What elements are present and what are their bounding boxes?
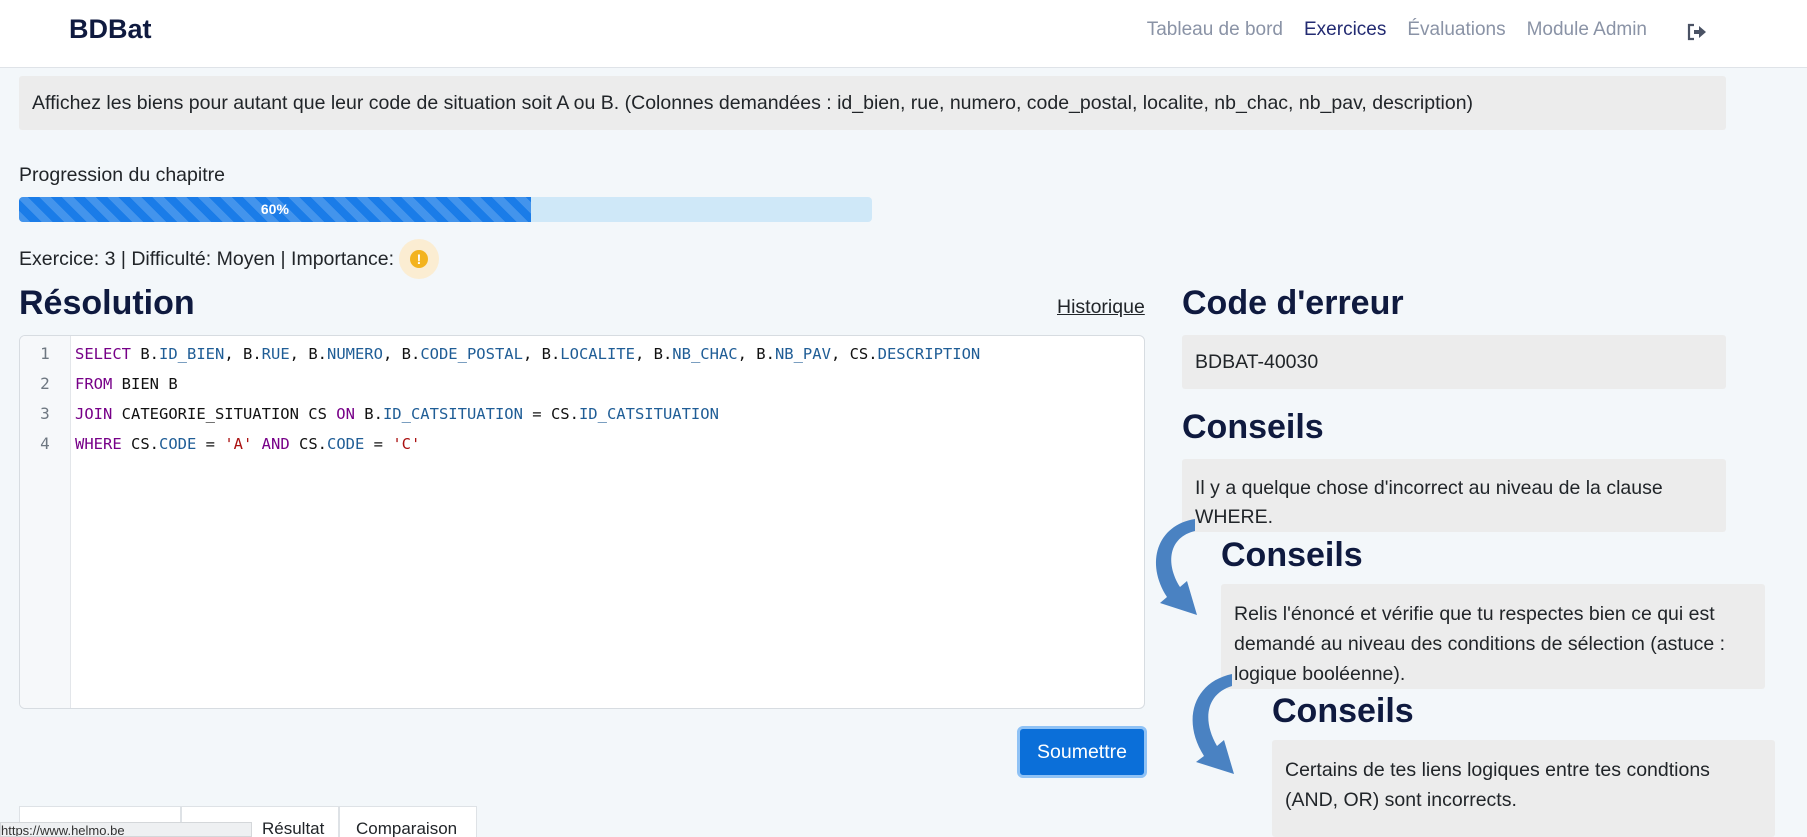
tips-title: Conseils [1182,408,1324,446]
exercise-statement: Affichez les biens pour autant que leur … [19,76,1726,130]
line-number: 1 [40,344,50,363]
nav-link-evaluations[interactable]: Évaluations [1407,19,1505,41]
importance-badge: ! [399,239,440,279]
curved-arrow-icon [1156,519,1197,615]
history-link[interactable]: Historique [1057,296,1145,319]
tips-title: Conseils [1272,692,1414,730]
nav-link-dashboard[interactable]: Tableau de bord [1147,19,1283,41]
tips-title: Conseils [1221,536,1363,574]
curved-arrow-icon [1192,674,1234,774]
navbar: BDBat Tableau de bord Exercices Évaluati… [0,0,1807,68]
progress-label: Progression du chapitre [19,164,225,186]
nav-link-exercises[interactable]: Exercices [1304,19,1386,41]
code-content[interactable]: SELECT B.ID_BIEN, B.RUE, B.NUMERO, B.COD… [75,339,980,459]
progress-bar: 60% [19,197,872,222]
exercise-meta-text: Exercice: 3 | Difficulté: Moyen | Import… [19,247,395,270]
exercise-meta: Exercice: 3 | Difficulté: Moyen | Import… [19,239,440,279]
nav-links: Tableau de bord Exercices Évaluations Mo… [1147,19,1647,41]
submit-button[interactable]: Soumettre [1017,726,1147,778]
tip-box: Relis l'énoncé et vérifie que tu respect… [1221,584,1765,689]
code-line: JOIN CATEGORIE_SITUATION CS ON B.ID_CATS… [75,405,719,423]
sign-out-icon[interactable] [1686,22,1708,42]
tip-box: Certains de tes liens logiques entre tes… [1272,740,1775,837]
tab-comparison[interactable]: Comparaison [339,806,477,837]
code-line: FROM BIEN B [75,375,178,393]
nav-link-admin[interactable]: Module Admin [1527,19,1647,41]
error-code-box: BDBAT-40030 [1182,335,1726,389]
code-line: WHERE CS.CODE = 'A' AND CS.CODE = 'C' [75,435,421,453]
brand-logo[interactable]: BDBat [69,14,152,45]
line-number: 3 [40,404,50,423]
sql-editor[interactable]: 1 2 3 4 SELECT B.ID_BIEN, B.RUE, B.NUMER… [19,335,1145,709]
tip-box: Il y a quelque chose d'incorrect au nive… [1182,459,1726,532]
line-number-gutter: 1 2 3 4 [20,336,71,708]
line-number: 4 [40,434,50,453]
code-line: SELECT B.ID_BIEN, B.RUE, B.NUMERO, B.COD… [75,345,981,363]
line-number: 2 [40,374,50,393]
exclamation-icon: ! [410,250,429,268]
resolution-title: Résolution [19,284,195,322]
progress-fill: 60% [19,197,531,222]
error-code-title: Code d'erreur [1182,284,1404,322]
browser-status-url: https://www.helmo.be [0,822,252,837]
